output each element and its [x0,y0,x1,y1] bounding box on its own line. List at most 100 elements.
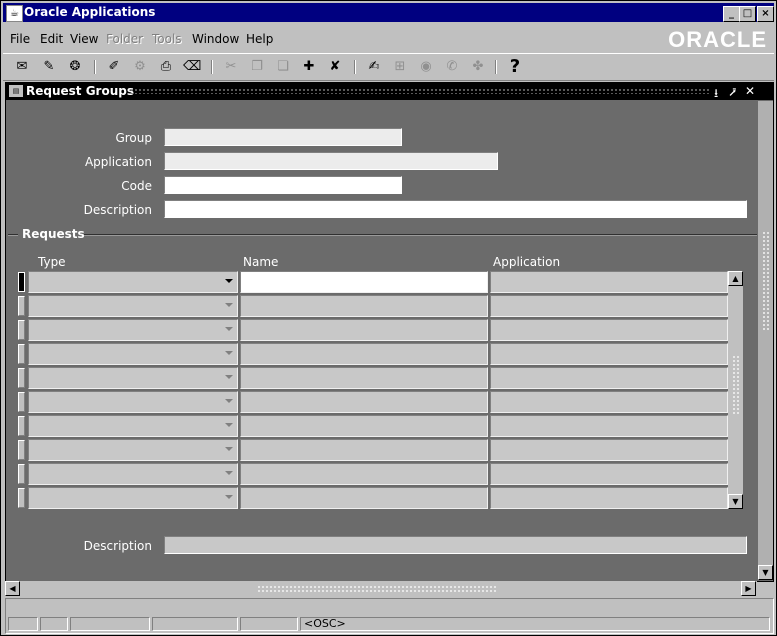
name-cell[interactable] [240,343,488,365]
window-scrollbar-grip[interactable] [762,231,770,331]
paste-icon[interactable]: ❏ [274,58,292,76]
type-cell[interactable] [28,295,238,317]
next-step-icon[interactable]: ⚙ [131,58,149,76]
code-field[interactable] [164,176,402,194]
type-cell[interactable] [28,319,238,341]
maximize-form-icon[interactable]: ⭷ [729,84,736,105]
cut-icon[interactable]: ✂ [222,58,240,76]
row-indicator[interactable] [18,488,25,508]
requests-vertical-scrollbar[interactable]: ▲ ▼ [728,271,743,509]
row-indicator[interactable] [18,272,25,292]
type-cell[interactable] [28,271,238,293]
find-icon[interactable]: ✎ [40,58,58,76]
attachments-icon[interactable]: ✆ [443,58,461,76]
menu-edit[interactable]: Edit [40,32,63,46]
help-icon[interactable]: ? [506,58,524,76]
row-indicator[interactable] [18,296,25,316]
zoom-icon[interactable]: ⊞ [391,58,409,76]
group-field[interactable] [164,128,402,146]
row-indicator[interactable] [18,464,25,484]
type-cell[interactable] [28,343,238,365]
name-cell[interactable] [240,367,488,389]
type-cell[interactable] [28,367,238,389]
dropdown-arrow-icon[interactable] [225,279,233,283]
row-indicator[interactable] [18,368,25,388]
close-form-button[interactable]: ✕ [745,84,755,98]
dropdown-arrow-icon[interactable] [225,447,233,451]
type-cell[interactable] [28,415,238,437]
dropdown-arrow-icon[interactable] [225,327,233,331]
application-cell[interactable] [490,271,728,293]
translations-icon[interactable]: ◉ [417,58,435,76]
group-label: Group [115,131,152,145]
edit-field-icon[interactable]: ✍ [365,58,383,76]
application-cell[interactable] [490,415,728,437]
name-cell[interactable] [240,463,488,485]
scroll-down-icon[interactable]: ▼ [728,494,743,509]
scroll-left-icon[interactable]: ◀ [5,581,20,596]
folder-tools-icon[interactable]: ✤ [469,58,487,76]
new-record-icon[interactable]: ✉ [13,58,31,76]
new-icon[interactable]: ✚ [300,58,318,76]
menu-view[interactable]: View [70,32,98,46]
maximize-button[interactable]: □ [739,6,756,22]
dropdown-arrow-icon[interactable] [225,399,233,403]
dropdown-arrow-icon[interactable] [225,495,233,499]
row-indicator[interactable] [18,416,25,436]
window-vertical-scrollbar[interactable]: ▼ [758,101,773,580]
name-cell[interactable] [240,415,488,437]
navigator-icon[interactable]: ❂ [66,58,84,76]
scroll-up-icon[interactable]: ▲ [728,271,743,286]
horizontal-scrollbar-grip[interactable] [257,585,497,593]
copy-icon[interactable]: ❐ [248,58,266,76]
menu-tools[interactable]: Tools [152,32,182,46]
name-cell[interactable] [240,487,488,509]
menu-help[interactable]: Help [246,32,273,46]
footer-description-field[interactable] [164,536,747,554]
type-cell[interactable] [28,463,238,485]
menu-window[interactable]: Window [192,32,239,46]
description-field[interactable] [164,200,747,218]
row-indicator[interactable] [18,440,25,460]
row-indicator[interactable] [18,392,25,412]
application-cell[interactable] [490,343,728,365]
delete-icon[interactable]: ✘ [326,58,344,76]
menu-file[interactable]: File [10,32,30,46]
application-cell[interactable] [490,463,728,485]
minimize-form-icon[interactable]: ⭳ [714,84,718,105]
application-cell[interactable] [490,319,728,341]
dropdown-arrow-icon[interactable] [225,375,233,379]
type-cell[interactable] [28,439,238,461]
form-icon: ▤ [9,85,23,97]
scrollbar-grip[interactable] [732,355,740,415]
application-field[interactable] [164,152,498,170]
application-cell[interactable] [490,367,728,389]
minimize-button[interactable]: _ [723,6,740,22]
dropdown-arrow-icon[interactable] [225,423,233,427]
application-cell[interactable] [490,391,728,413]
close-form-icon[interactable]: ⌫ [183,58,201,76]
scroll-right-icon[interactable]: ▶ [741,581,756,596]
dropdown-arrow-icon[interactable] [225,351,233,355]
application-cell[interactable] [490,295,728,317]
menu-folder[interactable]: Folder [106,32,143,46]
window-scroll-down-icon[interactable]: ▼ [758,565,773,580]
dropdown-arrow-icon[interactable] [225,471,233,475]
type-cell[interactable] [28,487,238,509]
print-icon[interactable]: ⎙ [157,58,175,76]
requests-section-divider-left [8,234,18,236]
close-window-button[interactable]: × [757,6,774,22]
row-indicator[interactable] [18,320,25,340]
save-icon[interactable]: ✐ [105,58,123,76]
name-cell[interactable] [240,295,488,317]
application-cell[interactable] [490,487,728,509]
name-cell[interactable] [240,271,488,293]
application-cell[interactable] [490,439,728,461]
row-indicator[interactable] [18,344,25,364]
dropdown-arrow-icon[interactable] [225,303,233,307]
name-cell[interactable] [240,319,488,341]
name-cell[interactable] [240,391,488,413]
name-cell[interactable] [240,439,488,461]
window-horizontal-scrollbar[interactable]: ◀ ▶ [5,581,757,597]
type-cell[interactable] [28,391,238,413]
